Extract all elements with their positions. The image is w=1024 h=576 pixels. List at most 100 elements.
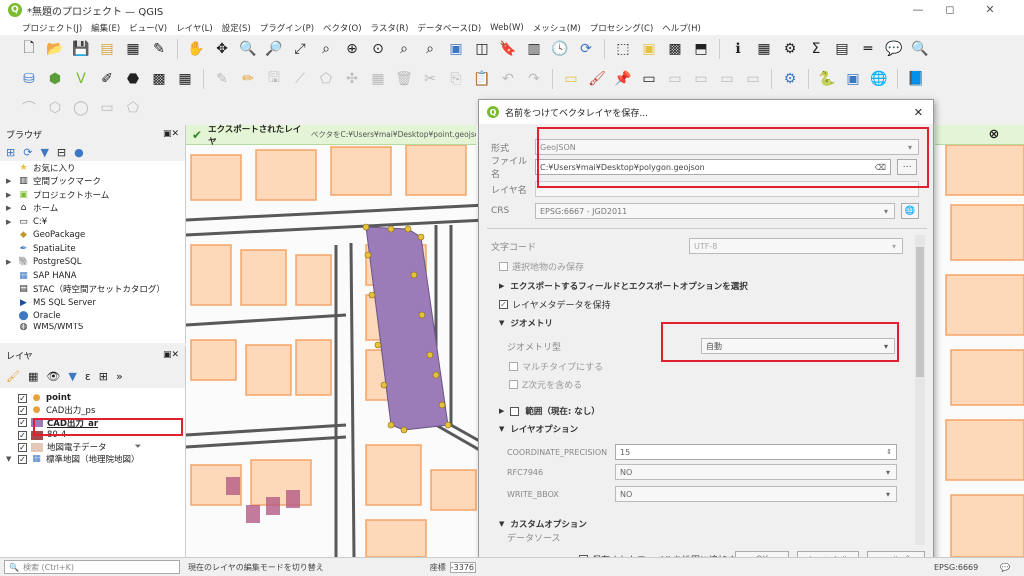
include-z-checkbox[interactable] (509, 379, 518, 389)
layer-visibility-checkbox[interactable]: ✓ (18, 418, 27, 427)
digitize-shape-icon[interactable]: ⬡ (44, 97, 66, 119)
attribute-table-icon[interactable]: ▦ (753, 38, 775, 60)
layer-options-section-header[interactable]: ▼ レイヤオプション (499, 423, 578, 435)
menu-mesh[interactable]: メッシュ(M) (533, 22, 581, 34)
zoom-native-icon[interactable]: ⊙ (367, 38, 389, 60)
filter-expression-icon[interactable]: ε (85, 370, 91, 383)
measure-icon[interactable]: ⬒ (690, 38, 712, 60)
add-mesh-icon[interactable]: ▦ (174, 68, 196, 90)
digitize-polygon-icon[interactable]: ⬠ (122, 97, 144, 119)
manage-visibility-icon[interactable]: 👁 (46, 370, 60, 383)
save-project-icon[interactable]: 💾 (70, 38, 92, 60)
browser-item-oracle[interactable]: ⬤ Oracle (0, 310, 185, 324)
move-label-icon[interactable]: ▭ (664, 68, 686, 90)
keep-metadata-row[interactable]: ✓ レイヤメタデータを保持 (499, 295, 611, 313)
style-brush-icon[interactable]: 🖌 (6, 370, 20, 383)
plugin-icon[interactable]: ⚙ (779, 68, 801, 90)
filter-browser-icon[interactable]: ▼ (40, 146, 48, 159)
pin-labels-icon[interactable]: 📌 (612, 68, 634, 90)
fields-section-header[interactable]: ▶ エクスポートするフィールドとエクスポートオプションを選択 (499, 280, 748, 292)
style-manager-icon[interactable]: ✎ (148, 38, 170, 60)
label-toolbar-icon[interactable]: ▭ (560, 68, 582, 90)
selected-only-row[interactable]: 選択地物のみ保存 (499, 257, 584, 275)
menu-view[interactable]: ビュー(V) (129, 22, 167, 34)
message-close-icon[interactable]: ⊗ (986, 127, 1002, 143)
show-bookmarks-icon[interactable]: ▥ (523, 38, 545, 60)
layer-visibility-checkbox[interactable]: ✓ (18, 454, 27, 464)
menu-project[interactable]: プロジェクト(J) (22, 22, 82, 34)
coordinate-value[interactable]: -33761 (449, 561, 476, 573)
help-book-icon[interactable]: 📘 (905, 68, 927, 90)
properties-info-icon[interactable]: ● (74, 146, 84, 159)
statistics-sigma-icon[interactable]: Σ (805, 38, 827, 60)
highlight-labels-icon[interactable]: ▭ (638, 68, 660, 90)
layout-manager-icon[interactable]: ▦ (122, 38, 144, 60)
scrollbar-thumb[interactable] (916, 247, 924, 377)
layer-labeling-icon[interactable]: 🖌 (586, 68, 608, 90)
zoom-selection-icon[interactable]: ⌕ (315, 38, 337, 60)
measure-line-icon[interactable]: ═ (857, 38, 879, 60)
rotate-label-icon[interactable]: ▭ (690, 68, 712, 90)
modify-attributes-icon[interactable]: ▦ (367, 68, 389, 90)
add-selected-icon[interactable]: ⊞ (6, 146, 15, 159)
open-project-icon[interactable]: 📂 (44, 38, 66, 60)
refresh-browser-icon[interactable]: ⟳ (23, 146, 32, 159)
include-z-row[interactable]: Z次元を含める (509, 375, 582, 393)
add-feature-icon[interactable]: ⬠ (315, 68, 337, 90)
digitize-rect-icon[interactable]: ▭ (96, 97, 118, 119)
add-raster-icon[interactable]: ▩ (148, 68, 170, 90)
extent-section-header[interactable]: ▶ 範囲（現在: なし） (499, 405, 600, 417)
redo-icon[interactable]: ↷ (523, 68, 545, 90)
rfc-select[interactable]: NO ▾ (615, 464, 897, 480)
close-button[interactable]: ✕ (976, 2, 1004, 18)
browser-item-mssql[interactable]: ▶ MS SQL Server (0, 296, 185, 310)
browser-item-spatialite[interactable]: ✒ SpatiaLite (0, 242, 185, 256)
add-spatialite-icon[interactable]: ⬣ (122, 68, 144, 90)
digitize-circle-icon[interactable]: ◯ (70, 97, 92, 119)
add-delimited-text-icon[interactable]: ✐ (96, 68, 118, 90)
browser-item-drive-c[interactable]: ▶ ▭ C:¥ (0, 215, 185, 229)
search-tool-icon[interactable]: 🔍 (909, 38, 931, 60)
dialog-scrollbar[interactable] (915, 235, 925, 545)
new-3d-view-icon[interactable]: ◫ (471, 38, 493, 60)
expand-all-icon[interactable]: ⊞ (99, 370, 108, 383)
digitize-curve-icon[interactable]: ⌒ (18, 97, 40, 119)
multi-type-row[interactable]: マルチタイプにする (509, 357, 603, 375)
temporal-controller-icon[interactable]: 🕓 (549, 38, 571, 60)
digitize-icon[interactable]: ⟋ (289, 68, 311, 90)
menu-vector[interactable]: ベクタ(O) (323, 22, 361, 34)
locator-search-input[interactable]: 🔍 検索 (Ctrl+K) (4, 560, 180, 574)
attribute-form-icon[interactable]: ▤ (831, 38, 853, 60)
browser-item-geopackage[interactable]: ◆ GeoPackage (0, 229, 185, 243)
layer-visibility-checkbox[interactable]: ✓ (18, 430, 27, 440)
panel-float-close-icon[interactable]: ▣✕ (163, 350, 179, 360)
add-vector-layer-icon[interactable]: ⬢ (44, 68, 66, 90)
zoom-last-icon[interactable]: ⌕ (393, 38, 415, 60)
pan-to-selection-icon[interactable]: ✥ (211, 38, 233, 60)
bbox-select[interactable]: NO ▾ (615, 486, 897, 502)
menu-help[interactable]: ヘルプ(H) (662, 22, 701, 34)
show-hide-labels-icon[interactable]: ▭ (742, 68, 764, 90)
spin-arrows-icon[interactable]: ⇕ (886, 448, 892, 456)
browser-item-favorites[interactable]: ★ お気に入り (0, 161, 185, 175)
layer-item-point[interactable]: ✓ ● point (0, 392, 185, 404)
more-chevron-icon[interactable]: » (116, 370, 123, 383)
collapse-all-icon[interactable]: ⊟ (57, 146, 66, 159)
vertex-tool-icon[interactable]: ✣ (341, 68, 363, 90)
menu-plugins[interactable]: プラグイン(P) (260, 22, 314, 34)
custom-options-section-header[interactable]: ▼ カスタムオプション (499, 518, 587, 530)
paste-icon[interactable]: 📋 (471, 68, 493, 90)
zoom-full-icon[interactable]: ⤢ (289, 38, 311, 60)
crs-selector-globe-icon[interactable]: 🌐 (901, 203, 919, 219)
layer-visibility-checkbox[interactable]: ✓ (18, 393, 27, 403)
crs-status[interactable]: EPSG:6669 (934, 563, 978, 572)
new-print-layout-icon[interactable]: ▤ (96, 38, 118, 60)
add-wms-layer-icon[interactable]: V (70, 68, 92, 90)
zoom-next-icon[interactable]: ⌕ (419, 38, 441, 60)
layer-visibility-checkbox[interactable]: ✓ (18, 442, 27, 452)
new-map-view-icon[interactable]: ▣ (445, 38, 467, 60)
cut-icon[interactable]: ✂ (419, 68, 441, 90)
layer-visibility-checkbox[interactable]: ✓ (18, 405, 27, 415)
globe-icon[interactable]: 🌐 (868, 68, 890, 90)
multi-type-checkbox[interactable] (509, 361, 518, 371)
